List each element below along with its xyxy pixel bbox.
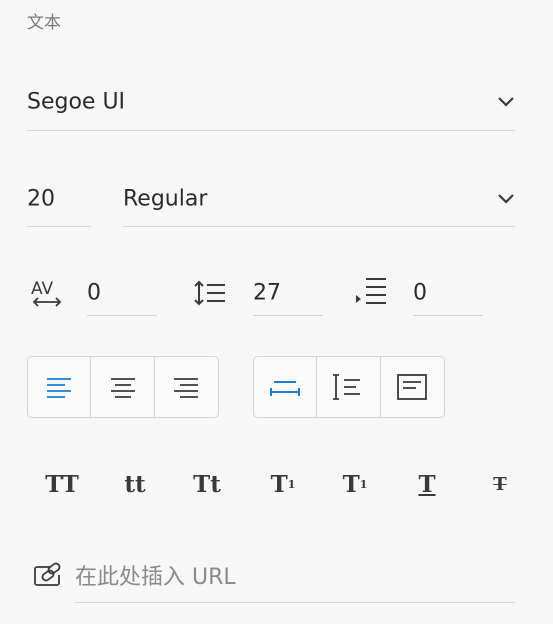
- align-left-button[interactable]: [28, 357, 92, 417]
- paragraph-spacing-value: 0: [413, 280, 427, 306]
- line-spacing-icon: [194, 280, 225, 306]
- align-center-button[interactable]: [91, 357, 155, 417]
- svg-text:AV: AV: [31, 279, 54, 299]
- auto-height-button[interactable]: [317, 357, 381, 417]
- align-right-button[interactable]: [155, 357, 218, 417]
- font-weight-dropdown[interactable]: Regular: [123, 172, 515, 227]
- fixed-size-icon: [397, 374, 428, 400]
- line-spacing-value: 27: [253, 280, 281, 306]
- font-weight-value: Regular: [123, 186, 208, 212]
- font-size-value: 20: [27, 186, 55, 212]
- section-title: 文本: [27, 13, 61, 33]
- subscript-mark: 1: [359, 477, 368, 491]
- font-size-input[interactable]: 20: [27, 172, 91, 227]
- align-center-icon: [110, 378, 135, 398]
- character-spacing-input[interactable]: 0: [87, 271, 157, 316]
- paragraph-spacing-input[interactable]: 0: [413, 271, 483, 316]
- link-icon: [34, 562, 61, 586]
- url-placeholder: 在此处插入 URL: [75, 565, 236, 590]
- url-input[interactable]: 在此处插入 URL: [75, 548, 515, 603]
- text-box-mode-group: [253, 356, 445, 418]
- character-spacing-value: 0: [87, 280, 101, 306]
- text-align-group: [27, 356, 219, 418]
- fixed-size-button[interactable]: [381, 357, 444, 417]
- all-caps-button[interactable]: TT: [37, 462, 87, 506]
- chevron-down-icon: [498, 194, 514, 204]
- superscript-button[interactable]: T1: [258, 462, 308, 506]
- auto-width-icon: [270, 381, 301, 396]
- underline-label: T: [418, 470, 436, 498]
- align-left-icon: [47, 378, 72, 398]
- subscript-button[interactable]: T1: [330, 462, 380, 506]
- auto-height-icon: [332, 374, 360, 400]
- underline-button[interactable]: T: [402, 462, 452, 506]
- lowercase-label: tt: [124, 470, 146, 498]
- superscript-label: T: [270, 470, 288, 498]
- title-case-button[interactable]: Tt: [182, 462, 232, 506]
- strikethrough-button[interactable]: T: [475, 462, 525, 506]
- paragraph-spacing-icon: [356, 278, 386, 304]
- chevron-down-icon: [498, 97, 514, 107]
- auto-width-button[interactable]: [254, 357, 318, 417]
- align-right-icon: [174, 378, 199, 398]
- superscript-mark: 1: [287, 477, 296, 491]
- line-spacing-input[interactable]: 27: [253, 271, 323, 316]
- all-caps-label: TT: [45, 470, 79, 498]
- lowercase-button[interactable]: tt: [110, 462, 160, 506]
- strikethrough-label: T: [493, 473, 507, 495]
- subscript-label: T: [342, 470, 360, 498]
- character-spacing-icon: AV: [31, 279, 62, 307]
- font-family-dropdown[interactable]: Segoe UI: [27, 74, 515, 131]
- title-case-label: Tt: [193, 470, 221, 498]
- font-family-value: Segoe UI: [27, 89, 126, 115]
